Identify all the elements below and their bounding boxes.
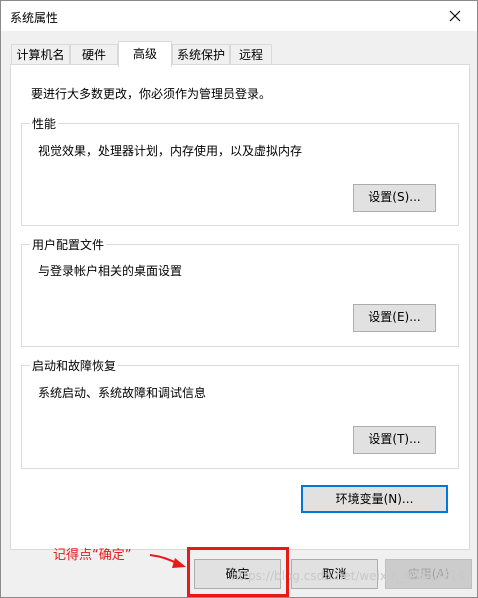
startup-recovery-settings-button[interactable]: 设置(T)... bbox=[353, 426, 436, 454]
arrow-icon bbox=[149, 554, 186, 568]
annotation-highlight-box bbox=[187, 547, 289, 597]
user-profiles-label: 用户配置文件 bbox=[30, 236, 107, 253]
tab-system-protection[interactable]: 系统保护 bbox=[172, 44, 230, 66]
window-title: 系统属性 bbox=[10, 11, 59, 25]
tab-panel-advanced: 要进行大多数更改，你必须作为管理员登录。 性能 视觉效果，处理器计划，内存使用，… bbox=[10, 64, 470, 550]
performance-group: 性能 视觉效果，处理器计划，内存使用，以及虚拟内存 设置(S)... bbox=[21, 115, 459, 226]
system-properties-window: 系统属性 计算机名 硬件 高级 系统保护 远程 要进行大多数更改，你必须作为管理… bbox=[0, 0, 478, 598]
title-bar: 系统属性 bbox=[1, 1, 477, 31]
startup-recovery-group: 启动和故障恢复 系统启动、系统故障和调试信息 设置(T)... bbox=[21, 357, 459, 469]
tab-hardware[interactable]: 硬件 bbox=[70, 44, 118, 66]
user-profiles-settings-button[interactable]: 设置(E)... bbox=[353, 304, 436, 332]
user-profiles-group: 用户配置文件 与登录帐户相关的桌面设置 设置(E)... bbox=[21, 236, 459, 347]
performance-settings-button[interactable]: 设置(S)... bbox=[353, 184, 436, 212]
performance-description: 视觉效果，处理器计划，内存使用，以及虚拟内存 bbox=[38, 144, 303, 158]
tab-advanced[interactable]: 高级 bbox=[118, 41, 172, 67]
cancel-button[interactable]: 取消 bbox=[291, 559, 378, 589]
close-button[interactable] bbox=[433, 1, 477, 31]
tab-remote[interactable]: 远程 bbox=[230, 44, 272, 66]
user-profiles-description: 与登录帐户相关的桌面设置 bbox=[38, 264, 183, 278]
performance-label: 性能 bbox=[30, 115, 59, 132]
admin-notice: 要进行大多数更改，你必须作为管理员登录。 bbox=[31, 87, 272, 101]
startup-recovery-label: 启动和故障恢复 bbox=[30, 357, 119, 374]
close-icon bbox=[449, 10, 461, 22]
apply-button[interactable]: 应用(A) bbox=[385, 559, 472, 589]
startup-recovery-description: 系统启动、系统故障和调试信息 bbox=[38, 386, 207, 400]
tab-computer-name[interactable]: 计算机名 bbox=[11, 44, 70, 66]
annotation-text: 记得点“确定” bbox=[53, 548, 132, 563]
environment-variables-button[interactable]: 环境变量(N)... bbox=[301, 485, 448, 513]
